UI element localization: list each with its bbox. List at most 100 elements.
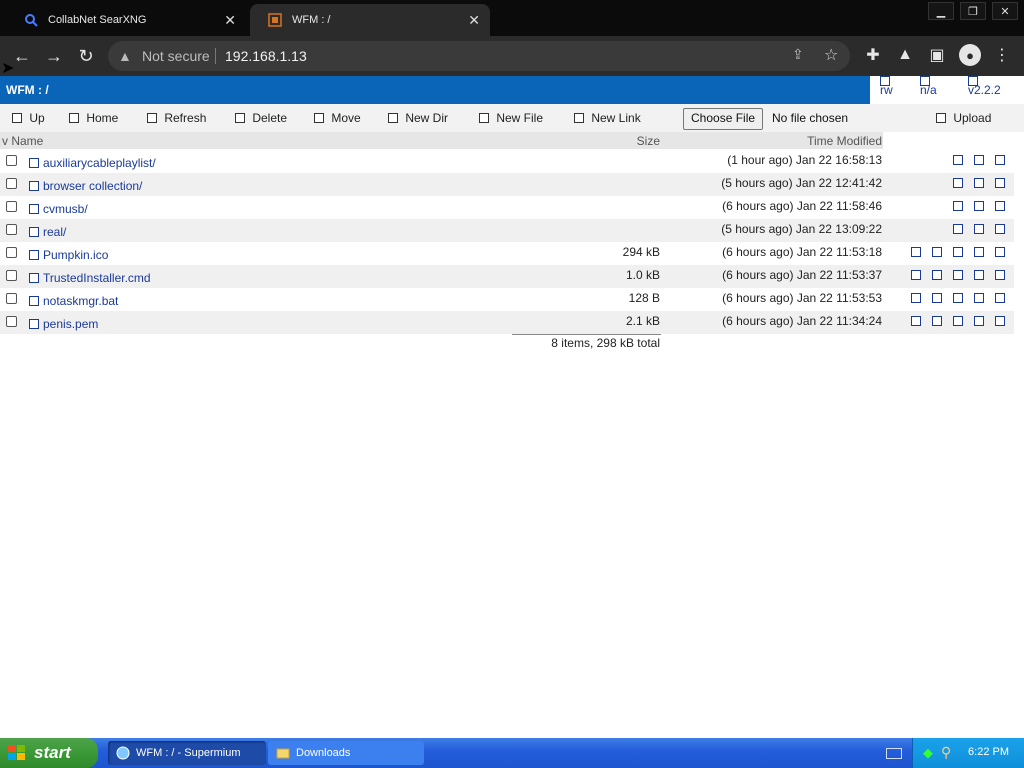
row-checkbox[interactable] (6, 178, 17, 189)
network-icon[interactable]: ◆ (923, 745, 933, 761)
side-panel-icon[interactable]: ▣ (926, 44, 948, 66)
name-column-header[interactable]: v Name (2, 134, 43, 148)
row-checkbox[interactable] (6, 201, 17, 212)
row-checkbox[interactable] (6, 247, 17, 258)
forward-icon[interactable]: → (42, 44, 66, 68)
refresh-button[interactable]: Refresh (147, 111, 206, 125)
delete-button[interactable]: Delete (235, 111, 287, 125)
row-action-icon[interactable] (953, 155, 963, 165)
row-action-icon[interactable] (932, 316, 942, 326)
up-button[interactable]: Up (12, 111, 45, 125)
file-name-link[interactable]: Pumpkin.ico (43, 248, 108, 262)
taskbar-item-browser[interactable]: WFM : / - Supermium (108, 741, 266, 765)
row-action-icon[interactable] (974, 178, 984, 188)
file-row: Pumpkin.ico 294 kB (6 hours ago) Jan 22 11… (0, 242, 1014, 265)
row-action-icon[interactable] (932, 270, 942, 280)
search-icon (24, 13, 38, 27)
share-icon[interactable]: ⇪ (792, 46, 804, 63)
extensions-icon[interactable]: ✚ (862, 44, 884, 66)
profile-avatar-icon[interactable]: ● (959, 44, 981, 66)
row-action-icon[interactable] (953, 270, 963, 280)
file-type-icon (29, 296, 39, 306)
row-checkbox[interactable] (6, 224, 17, 235)
row-action-icon[interactable] (995, 316, 1005, 326)
reload-icon[interactable]: ↻ (74, 44, 98, 68)
row-action-icon[interactable] (953, 201, 963, 211)
labs-flask-icon[interactable]: ▲ (894, 44, 916, 66)
close-tab-icon[interactable]: ✕ (468, 12, 480, 29)
bookmark-star-icon[interactable]: ☆ (824, 45, 838, 65)
row-action-icon[interactable] (953, 316, 963, 326)
row-action-icon[interactable] (995, 201, 1005, 211)
row-action-icon[interactable] (995, 270, 1005, 280)
home-button[interactable]: Home (69, 111, 118, 125)
new-link-button[interactable]: New Link (574, 111, 641, 125)
row-action-icon[interactable] (995, 224, 1005, 234)
row-checkbox[interactable] (6, 270, 17, 281)
row-action-icon[interactable] (995, 178, 1005, 188)
menu-kebab-icon[interactable]: ⋮ (991, 44, 1013, 66)
row-checkbox[interactable] (6, 293, 17, 304)
choose-file-button[interactable]: Choose File (683, 108, 764, 130)
row-action-icon[interactable] (974, 247, 984, 257)
row-action-icon[interactable] (995, 293, 1005, 303)
file-name-link[interactable]: auxiliarycableplaylist/ (43, 156, 156, 170)
keyboard-icon[interactable] (886, 748, 902, 759)
wfm-favicon-icon (268, 13, 282, 27)
size-column-header[interactable]: Size (637, 134, 660, 148)
close-tab-icon[interactable]: ✕ (224, 12, 236, 29)
file-name-link[interactable]: browser collection/ (43, 179, 142, 193)
move-button[interactable]: Move (314, 111, 361, 125)
row-action-icon[interactable] (911, 247, 921, 257)
square-icon (235, 113, 245, 123)
row-action-icon[interactable] (974, 155, 984, 165)
row-action-icon[interactable] (953, 293, 963, 303)
divider (215, 48, 216, 64)
file-name-link[interactable]: cvmusb/ (43, 202, 88, 216)
tab-wfm[interactable]: WFM : / ✕ (250, 4, 490, 36)
row-action-icon[interactable] (953, 247, 963, 257)
file-name-link[interactable]: real/ (43, 225, 66, 239)
tab-searxng[interactable]: CollabNet SearXNG ✕ (6, 4, 246, 36)
new-file-button[interactable]: New File (479, 111, 543, 125)
row-action-icon[interactable] (953, 178, 963, 188)
row-action-icon[interactable] (974, 224, 984, 234)
new-dir-button[interactable]: New Dir (388, 111, 448, 125)
file-status: No file chosen (772, 111, 849, 125)
row-checkbox[interactable] (6, 316, 17, 327)
file-time: (5 hours ago) Jan 22 13:09:22 (721, 222, 882, 236)
row-actions (904, 224, 1014, 236)
file-name-link[interactable]: TrustedInstaller.cmd (43, 271, 151, 285)
search-tray-icon[interactable]: ⚲ (941, 744, 951, 761)
file-name-link[interactable]: penis.pem (43, 317, 98, 331)
restore-icon[interactable]: ❐ (960, 2, 986, 20)
row-action-icon[interactable] (911, 316, 921, 326)
row-action-icon[interactable] (911, 293, 921, 303)
tab-title: CollabNet SearXNG (48, 14, 147, 26)
row-checkbox[interactable] (6, 155, 17, 166)
row-action-icon[interactable] (911, 270, 921, 280)
file-time: (1 hour ago) Jan 22 16:58:13 (727, 153, 882, 167)
start-button[interactable]: start (0, 738, 98, 768)
file-row: cvmusb/ (6 hours ago) Jan 22 11:58:46 (0, 196, 1014, 219)
row-action-icon[interactable] (974, 316, 984, 326)
row-action-icon[interactable] (932, 247, 942, 257)
total-summary: 8 items, 298 kB total (551, 336, 660, 350)
taskbar-item-downloads[interactable]: Downloads (268, 741, 424, 765)
row-action-icon[interactable] (974, 270, 984, 280)
row-action-icon[interactable] (932, 293, 942, 303)
minimize-icon[interactable]: ▁ (928, 2, 954, 20)
time-column-header[interactable]: Time Modified (807, 134, 882, 148)
file-row: browser collection/ (5 hours ago) Jan 22 … (0, 173, 1014, 196)
address-bar[interactable]: ▲ Not secure 192.168.1.13 ⇪ ☆ (108, 41, 850, 71)
row-action-icon[interactable] (953, 224, 963, 234)
row-action-icon[interactable] (974, 293, 984, 303)
file-row: TrustedInstaller.cmd 1.0 kB (6 hours ago) … (0, 265, 1014, 288)
upload-button[interactable]: Upload (936, 111, 991, 125)
row-action-icon[interactable] (974, 201, 984, 211)
row-action-icon[interactable] (995, 247, 1005, 257)
row-action-icon[interactable] (995, 155, 1005, 165)
file-type-icon (29, 227, 39, 237)
close-window-icon[interactable]: ✕ (992, 2, 1018, 20)
file-name-link[interactable]: notaskmgr.bat (43, 294, 118, 308)
